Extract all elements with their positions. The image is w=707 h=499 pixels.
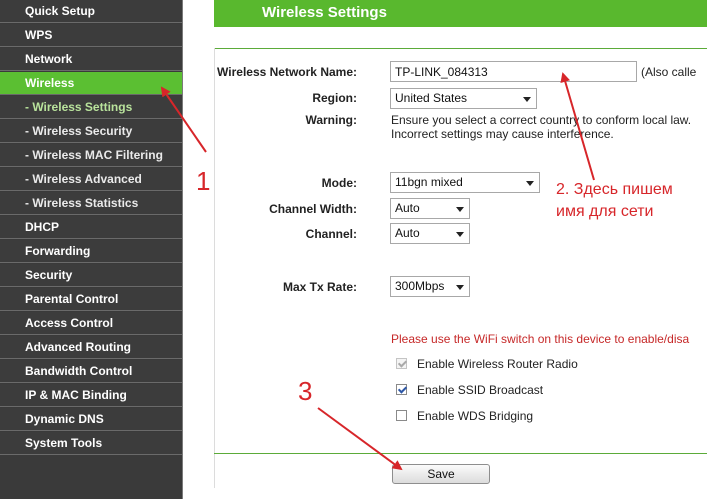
chevron-down-icon — [526, 181, 534, 186]
channel-select-value: Auto — [395, 226, 420, 240]
content-left-border — [214, 48, 215, 488]
nav-forwarding[interactable]: Forwarding — [0, 240, 182, 263]
nav-wireless-settings[interactable]: - Wireless Settings — [0, 96, 182, 119]
channel-width-label: Channel Width: — [269, 202, 357, 216]
ssid-label: Wireless Network Name: — [217, 65, 357, 79]
enable-radio-label: Enable Wireless Router Radio — [417, 357, 578, 371]
page-title: Wireless Settings — [262, 4, 387, 21]
chevron-down-icon — [456, 285, 464, 290]
mode-label: Mode: — [321, 176, 357, 190]
max-tx-rate-label: Max Tx Rate: — [282, 280, 357, 294]
sidebar-nav: Quick Setup WPS Network Wireless - Wirel… — [0, 0, 183, 499]
nav-system-tools[interactable]: System Tools — [0, 432, 182, 455]
enable-wds-bridging-label: Enable WDS Bridging — [417, 409, 534, 423]
enable-radio-checkbox[interactable] — [396, 358, 407, 369]
warning-label: Warning: — [305, 113, 357, 127]
nav-security[interactable]: Security — [0, 264, 182, 287]
top-divider — [214, 48, 707, 49]
save-button[interactable]: Save — [392, 464, 490, 484]
nav-wireless-mac-filtering[interactable]: - Wireless MAC Filtering — [0, 144, 182, 167]
chevron-down-icon — [456, 207, 464, 212]
nav-ip-mac-binding[interactable]: IP & MAC Binding — [0, 384, 182, 407]
region-select[interactable]: United States — [390, 88, 537, 109]
nav-bandwidth-control[interactable]: Bandwidth Control — [0, 360, 182, 383]
title-bar: Wireless Settings — [214, 0, 707, 27]
chevron-down-icon — [523, 97, 531, 102]
annotation-marker-2-line1: 2. Здесь пишем — [556, 181, 673, 198]
bottom-divider — [214, 453, 707, 454]
nav-dynamic-dns[interactable]: Dynamic DNS — [0, 408, 182, 431]
nav-wireless-statistics[interactable]: - Wireless Statistics — [0, 192, 182, 215]
warning-text-line1: Ensure you select a correct country to c… — [391, 113, 692, 127]
mode-select-value: 11bgn mixed — [395, 175, 463, 189]
channel-width-select-value: Auto — [395, 201, 420, 215]
channel-width-select[interactable]: Auto — [390, 198, 470, 219]
region-select-value: United States — [395, 91, 468, 105]
annotation-marker-3: 3 — [298, 376, 313, 406]
nav-wps[interactable]: WPS — [0, 24, 182, 47]
region-label: Region: — [312, 91, 357, 105]
enable-wds-bridging-checkbox[interactable] — [396, 410, 407, 421]
max-tx-rate-select-value: 300Mbps — [395, 279, 445, 293]
nav-wireless[interactable]: Wireless — [0, 72, 182, 95]
mode-select[interactable]: 11bgn mixed — [390, 172, 540, 193]
enable-ssid-broadcast-label: Enable SSID Broadcast — [417, 383, 544, 397]
warning-text-line2: Incorrect settings may cause interferenc… — [391, 127, 614, 141]
nav-network[interactable]: Network — [0, 48, 182, 71]
wifi-switch-note: Please use the WiFi switch on this devic… — [391, 332, 690, 346]
ssid-input[interactable] — [390, 61, 637, 82]
nav-access-control[interactable]: Access Control — [0, 312, 182, 335]
channel-select[interactable]: Auto — [390, 223, 470, 244]
nav-wireless-advanced[interactable]: - Wireless Advanced — [0, 168, 182, 191]
ssid-note: (Also calle — [641, 65, 697, 79]
nav-quick-setup[interactable]: Quick Setup — [0, 0, 182, 23]
main-content: Wireless Settings Wireless Network Name:… — [183, 0, 707, 499]
chevron-down-icon — [456, 232, 464, 237]
nav-wireless-security[interactable]: - Wireless Security — [0, 120, 182, 143]
annotation-marker-1: 1 — [196, 166, 211, 196]
max-tx-rate-select[interactable]: 300Mbps — [390, 276, 470, 297]
channel-label: Channel: — [305, 227, 357, 241]
nav-parental-control[interactable]: Parental Control — [0, 288, 182, 311]
enable-ssid-broadcast-checkbox[interactable] — [396, 384, 407, 395]
annotation-marker-2-line2: имя для сети — [556, 203, 654, 220]
nav-advanced-routing[interactable]: Advanced Routing — [0, 336, 182, 359]
nav-dhcp[interactable]: DHCP — [0, 216, 182, 239]
